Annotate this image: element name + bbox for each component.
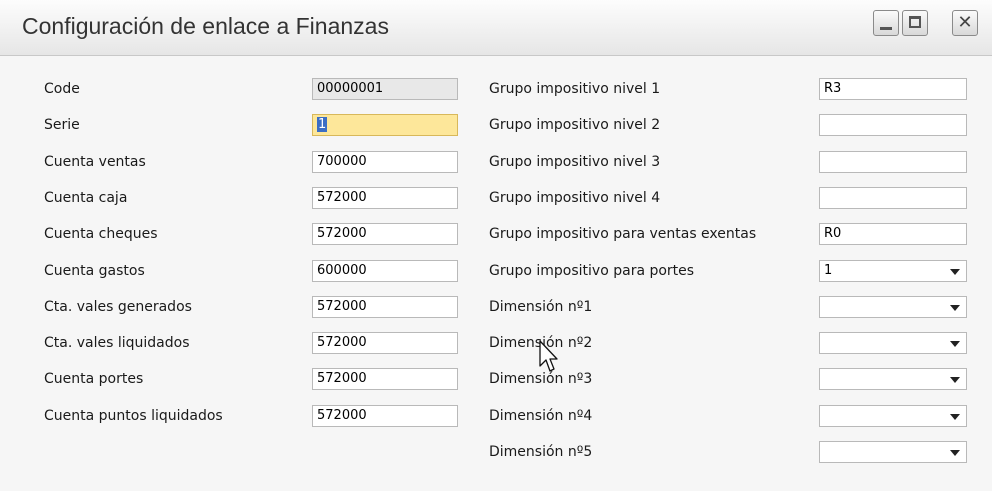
label-cuenta-ventas: Cuenta ventas xyxy=(44,154,146,170)
finance-link-config-window: Configuración de enlace a Finanzas ✕ Cod… xyxy=(0,0,992,491)
label-code: Code xyxy=(44,81,80,97)
label-cta-vales-liquidados: Cta. vales liquidados xyxy=(44,335,190,351)
dropdown-arrow-icon[interactable] xyxy=(950,450,960,456)
minimize-button[interactable] xyxy=(873,10,899,36)
select-dimension-n-1[interactable] xyxy=(819,296,967,318)
label-dimension-n-1: Dimensión nº1 xyxy=(489,299,593,315)
field-cta-vales-liquidados[interactable]: 572000 xyxy=(312,332,458,354)
field-value: 572000 xyxy=(317,408,367,423)
label-cuenta-portes: Cuenta portes xyxy=(44,371,144,387)
field-cuenta-cheques[interactable]: 572000 xyxy=(312,223,458,245)
dropdown-arrow-icon[interactable] xyxy=(950,341,960,347)
field-grupo-impositivo-nivel-2[interactable] xyxy=(819,114,967,136)
field-value: 700000 xyxy=(317,154,367,169)
label-dimension-n-5: Dimensión nº5 xyxy=(489,444,593,460)
label-grupo-impositivo-nivel-4: Grupo impositivo nivel 4 xyxy=(489,190,661,206)
close-icon: ✕ xyxy=(957,12,973,33)
minimize-icon xyxy=(880,27,892,30)
label-grupo-impositivo-para-ventas-exentas: Grupo impositivo para ventas exentas xyxy=(489,226,757,242)
label-cta-vales-generados: Cta. vales generados xyxy=(44,299,192,315)
field-cuenta-gastos[interactable]: 600000 xyxy=(312,260,458,282)
field-cuenta-portes[interactable]: 572000 xyxy=(312,368,458,390)
maximize-icon xyxy=(909,16,921,28)
form-body: Code 00000001 Serie 1 Cuenta ventas 700000 Cue… xyxy=(0,56,992,491)
mouse-pointer-icon xyxy=(539,340,558,372)
label-cuenta-caja: Cuenta caja xyxy=(44,190,128,206)
field-cuenta-caja[interactable]: 572000 xyxy=(312,187,458,209)
field-value: 572000 xyxy=(317,226,367,241)
label-dimension-n-4: Dimensión nº4 xyxy=(489,408,593,424)
select-dimension-n-5[interactable] xyxy=(819,441,967,463)
field-value: 572000 xyxy=(317,299,367,314)
field-cta-vales-generados[interactable]: 572000 xyxy=(312,296,458,318)
dropdown-arrow-icon[interactable] xyxy=(950,414,960,420)
label-grupo-impositivo-nivel-3: Grupo impositivo nivel 3 xyxy=(489,154,661,170)
field-cuenta-puntos-liquidados[interactable]: 572000 xyxy=(312,405,458,427)
label-cuenta-gastos: Cuenta gastos xyxy=(44,263,145,279)
window-title: Configuración de enlace a Finanzas xyxy=(22,13,389,39)
dropdown-arrow-icon[interactable] xyxy=(950,269,960,275)
field-grupo-impositivo-nivel-3[interactable] xyxy=(819,151,967,173)
field-cuenta-ventas[interactable]: 700000 xyxy=(312,151,458,173)
label-serie: Serie xyxy=(44,117,80,133)
field-value: R3 xyxy=(824,81,842,96)
label-grupo-impositivo-nivel-1: Grupo impositivo nivel 1 xyxy=(489,81,661,97)
label-grupo-impositivo-nivel-2: Grupo impositivo nivel 2 xyxy=(489,117,661,133)
field-value: 00000001 xyxy=(317,81,384,96)
label-cuenta-cheques: Cuenta cheques xyxy=(44,226,158,242)
field-code: 00000001 xyxy=(312,78,458,100)
select-dimension-n-4[interactable] xyxy=(819,405,967,427)
field-value: 572000 xyxy=(317,335,367,350)
dropdown-arrow-icon[interactable] xyxy=(950,377,960,383)
field-value: 572000 xyxy=(317,190,367,205)
close-button[interactable]: ✕ xyxy=(952,10,978,36)
field-grupo-impositivo-nivel-4[interactable] xyxy=(819,187,967,209)
field-serie[interactable]: 1 xyxy=(312,114,458,136)
select-dimension-n-3[interactable] xyxy=(819,368,967,390)
dropdown-arrow-icon[interactable] xyxy=(950,305,960,311)
label-grupo-impositivo-para-portes: Grupo impositivo para portes xyxy=(489,263,695,279)
field-grupo-impositivo-para-ventas-exentas[interactable]: R0 xyxy=(819,223,967,245)
select-dimension-n-2[interactable] xyxy=(819,332,967,354)
title-bar[interactable]: Configuración de enlace a Finanzas ✕ xyxy=(0,0,992,56)
maximize-button[interactable] xyxy=(902,10,928,36)
field-grupo-impositivo-nivel-1[interactable]: R3 xyxy=(819,78,967,100)
select-grupo-impositivo-para-portes[interactable]: 1 xyxy=(819,260,967,282)
field-value: R0 xyxy=(824,226,842,241)
field-value: 1 xyxy=(317,117,328,132)
field-value: 572000 xyxy=(317,371,367,386)
field-value: 1 xyxy=(824,263,833,278)
label-cuenta-puntos-liquidados: Cuenta puntos liquidados xyxy=(44,408,223,424)
field-value: 600000 xyxy=(317,263,367,278)
